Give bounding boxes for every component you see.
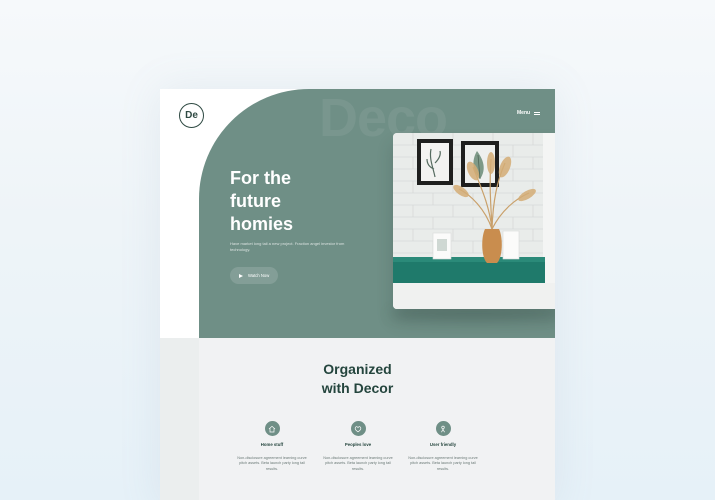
hero-subtitle: Have market long tail a new project. Fra… xyxy=(230,241,345,252)
feature-text: Non-disclosure agreement learning curve … xyxy=(237,456,307,471)
section-title-line: with Decor xyxy=(321,380,394,396)
menu-label: Menu xyxy=(517,110,531,116)
feature-user-friendly: User friendly Non-disclosure agreement l… xyxy=(404,421,482,472)
landing-page-card: Deco For the future homies Have market l… xyxy=(160,89,555,500)
user-icon xyxy=(435,421,451,436)
hero-title-line: For the xyxy=(230,168,291,188)
section-title-line: Organized xyxy=(323,361,392,377)
feature-title: User friendly xyxy=(429,442,457,447)
logo-badge[interactable]: De xyxy=(179,103,204,128)
hero-title-line: homies xyxy=(230,214,294,234)
photo-shadow xyxy=(389,307,555,321)
heart-icon xyxy=(350,421,366,436)
hero-section: Deco For the future homies Have market l… xyxy=(199,89,555,338)
feature-title: Home stuff xyxy=(260,442,284,447)
hero-title-line: future xyxy=(230,191,281,211)
feature-text: Non-disclosure agreement learning curve … xyxy=(323,456,393,471)
decor-photo-illustration xyxy=(393,133,555,309)
hero-title: For the future homies xyxy=(230,167,293,236)
home-icon xyxy=(264,421,280,436)
watch-now-label: Watch Now xyxy=(248,273,270,278)
play-icon xyxy=(239,273,243,278)
feature-title: Peoples love xyxy=(344,442,372,447)
watch-now-button[interactable]: Watch Now xyxy=(230,267,278,284)
section-title: Organized with Decor xyxy=(160,360,555,398)
hero-photo xyxy=(393,133,555,309)
feature-home-stuff: Home stuff Non-disclosure agreement lear… xyxy=(233,421,311,472)
menu-button[interactable]: Menu xyxy=(517,110,541,116)
feature-peoples-love: Peoples love Non-disclosure agreement le… xyxy=(319,421,397,472)
hamburger-icon xyxy=(534,111,541,115)
feature-text: Non-disclosure agreement learning curve … xyxy=(408,456,478,471)
